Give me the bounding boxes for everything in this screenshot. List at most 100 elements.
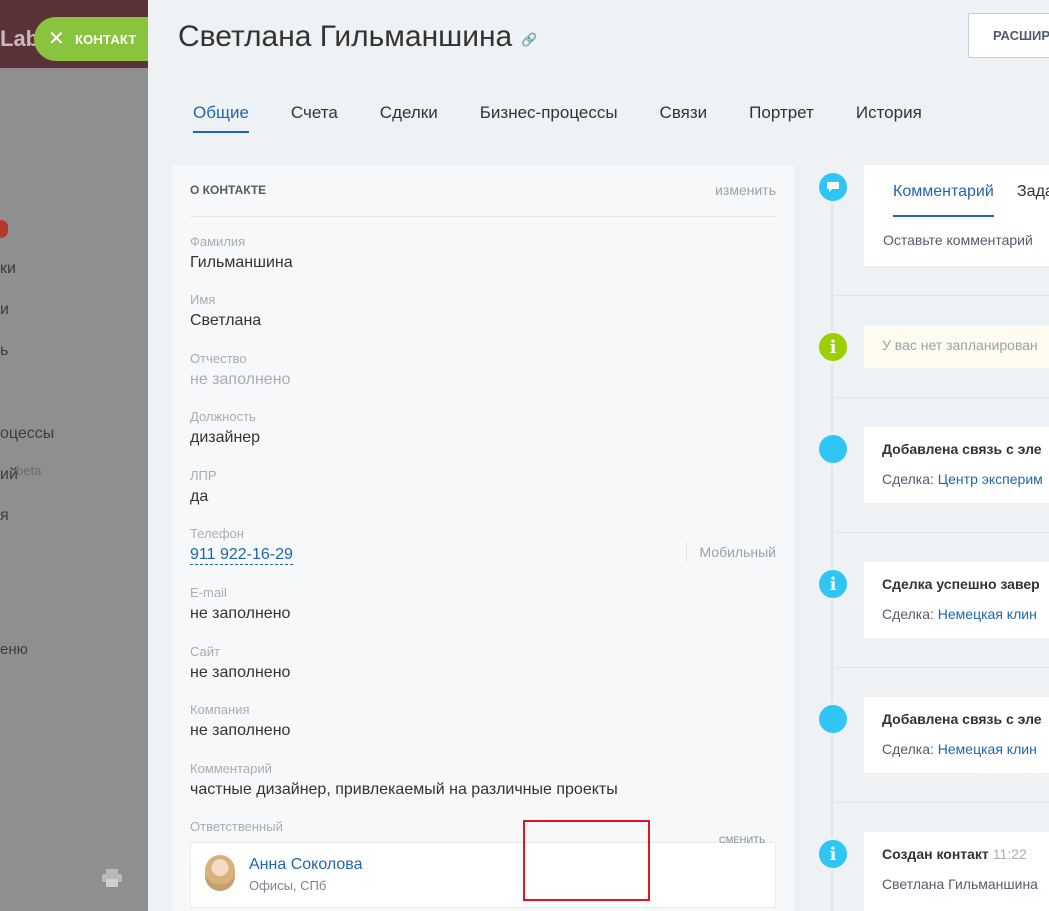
deal-link[interactable]: Немецкая клин — [938, 606, 1037, 622]
comment-input[interactable]: Оставьте комментарий — [883, 232, 1033, 248]
timeline-separator — [834, 802, 1049, 803]
deal-link[interactable]: Немецкая клин — [938, 741, 1037, 757]
field-last-name: Фамилия Гильманшина — [190, 234, 776, 272]
field-phone: Телефон 911 922-16-29 Мобильный — [190, 526, 776, 565]
timeline-separator — [834, 667, 1049, 668]
contact-info-card: О КОНТАКТЕ изменить Фамилия Гильманшина … — [172, 165, 794, 911]
field-email: E-mail не заполнено — [190, 585, 776, 623]
background-menu-item: ки — [0, 260, 16, 277]
field-comment: Комментарий частные дизайнер, привлекаем… — [190, 761, 776, 799]
field-position: Должность дизайнер — [190, 409, 776, 447]
field-label: Фамилия — [190, 234, 246, 249]
info-icon: i — [816, 567, 850, 601]
timeline-separator — [834, 397, 1049, 398]
field-value: не заполнено — [190, 605, 291, 622]
info-icon: i — [816, 837, 850, 871]
timeline-editor: Комментарий Зада Оставьте комментарий — [864, 165, 1049, 266]
printer-icon — [102, 869, 122, 887]
event-title: Создан контакт 11:22 — [882, 846, 1027, 862]
close-icon: ✕ — [48, 28, 65, 50]
background-menu-item: ь — [0, 342, 9, 359]
responsible-name-link[interactable]: Анна Соколова — [249, 856, 363, 874]
timeline-separator — [834, 532, 1049, 533]
field-label: Должность — [190, 409, 256, 424]
phone-link[interactable]: 911 922-16-29 — [190, 546, 293, 565]
timeline-event: Добавлена связь с эле Сделка: Немецкая к… — [864, 697, 1049, 773]
field-label: E-mail — [190, 585, 227, 600]
event-title: Сделка успешно завер — [882, 576, 1040, 592]
event-detail: Сделка: Немецкая клин — [882, 606, 1037, 622]
tab-history[interactable]: История — [856, 103, 922, 133]
event-detail: Светлана Гильманшина — [882, 876, 1038, 892]
field-company: Компания не заполнено — [190, 702, 776, 740]
expand-button[interactable]: РАСШИР — [968, 13, 1049, 58]
counter-badge — [0, 220, 8, 238]
link-icon[interactable]: 🔗 — [521, 32, 537, 48]
timeline-event: Добавлена связь с эле Сделка: Центр эксп… — [864, 427, 1049, 503]
field-label: ЛПР — [190, 468, 217, 483]
background-menu-item: еню — [0, 641, 28, 658]
phone-type: Мобильный — [686, 542, 776, 562]
beta-label: beta — [16, 463, 42, 478]
planned-note: У вас нет запланирован — [864, 325, 1049, 368]
tab-portrait[interactable]: Портрет — [749, 103, 814, 133]
field-value: Светлана — [190, 312, 262, 329]
field-label: Комментарий — [190, 761, 272, 776]
field-value: не заполнено — [190, 371, 291, 388]
background-panel: Lab ки и ь оцессы ий beta я еню — [0, 0, 148, 911]
background-menu-item: я — [0, 507, 9, 524]
field-label: Телефон — [190, 526, 244, 541]
field-label: Сайт — [190, 644, 220, 659]
relation-icon — [816, 702, 850, 736]
tab-task[interactable]: Зада — [1017, 183, 1049, 201]
close-slider-button[interactable]: ✕ КОНТАКТ — [34, 17, 148, 61]
planned-note-text: У вас нет запланирован — [882, 337, 1038, 353]
contact-slider: Светлана Гильманшина 🔗 РАСШИР Общие Счет… — [148, 0, 1049, 911]
field-decision-maker: ЛПР да — [190, 468, 776, 506]
field-value: дизайнер — [190, 429, 261, 446]
field-value: частные дизайнер, привлекаемый на различ… — [190, 781, 618, 798]
event-detail: Сделка: Центр эксперим — [882, 471, 1043, 487]
event-title: Добавлена связь с эле — [882, 711, 1042, 727]
card-header: О КОНТАКТЕ изменить — [190, 182, 776, 217]
tab-comment[interactable]: Комментарий — [893, 183, 994, 217]
edit-link[interactable]: изменить — [715, 182, 776, 198]
event-title: Добавлена связь с эле — [882, 441, 1042, 457]
avatar — [205, 855, 235, 891]
field-value: не заполнено — [190, 722, 291, 739]
field-site: Сайт не заполнено — [190, 644, 776, 682]
event-time: 11:22 — [992, 846, 1027, 862]
page-title: Светлана Гильманшина — [178, 20, 513, 53]
timeline-separator — [834, 295, 1049, 296]
tab-general[interactable]: Общие — [193, 103, 249, 133]
background-menu-item: и — [0, 301, 9, 318]
comment-icon — [816, 170, 850, 204]
card-heading: О КОНТАКТЕ — [190, 183, 267, 197]
tab-bar: Общие Счета Сделки Бизнес-процессы Связи… — [193, 103, 964, 133]
responsible-office: Офисы, СПб — [249, 878, 327, 893]
event-detail: Сделка: Немецкая клин — [882, 741, 1037, 757]
change-responsible-button[interactable]: СМЕНИТЬ — [719, 835, 765, 845]
timeline-line — [831, 180, 833, 911]
background-menu-item: оцессы — [0, 425, 55, 442]
info-icon: i — [816, 330, 850, 364]
tab-invoices[interactable]: Счета — [291, 103, 338, 133]
tab-relations[interactable]: Связи — [660, 103, 708, 133]
field-middle-name: Отчество не заполнено — [190, 351, 776, 389]
field-label: Компания — [190, 702, 250, 717]
field-label: Ответственный — [190, 819, 283, 834]
field-value: не заполнено — [190, 664, 291, 681]
field-label: Имя — [190, 292, 216, 307]
responsible-user: Анна Соколова Офисы, СПб СМЕНИТЬ — [190, 835, 776, 908]
field-value: да — [190, 488, 209, 505]
timeline-event: Сделка успешно завер Сделка: Немецкая кл… — [864, 562, 1049, 638]
field-first-name: Имя Светлана — [190, 292, 776, 330]
close-button-label: КОНТАКТ — [74, 31, 137, 47]
field-label: Отчество — [190, 351, 247, 366]
tab-business-processes[interactable]: Бизнес-процессы — [480, 103, 618, 133]
relation-icon — [816, 432, 850, 466]
field-responsible: Ответственный — [190, 819, 776, 834]
deal-link[interactable]: Центр эксперим — [938, 471, 1043, 487]
field-value: Гильманшина — [190, 254, 293, 271]
tab-deals[interactable]: Сделки — [380, 103, 438, 133]
